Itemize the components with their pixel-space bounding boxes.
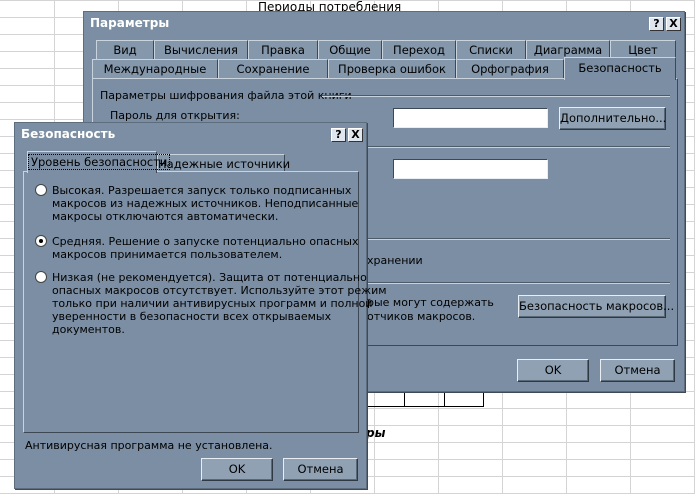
option-medium-line2: макросов принимается пользователем. bbox=[52, 248, 283, 261]
password-open-input[interactable] bbox=[393, 108, 548, 128]
macro-text-line2: отчиков макросов. bbox=[367, 310, 476, 323]
macro-security-label: Безопасность макросов... bbox=[519, 299, 675, 313]
tab-spelling[interactable]: Орфография bbox=[456, 59, 564, 78]
tab-transition[interactable]: Переход bbox=[382, 40, 456, 59]
option-medium-line1: Средняя. Решение о запуске потенциально … bbox=[52, 235, 359, 248]
tab-lists[interactable]: Списки bbox=[456, 40, 526, 59]
tab-security-level[interactable]: Уровень безопасности bbox=[27, 151, 171, 173]
saving-text-fragment: хранении bbox=[367, 254, 423, 267]
tab-calculation[interactable]: Вычисления bbox=[154, 40, 248, 59]
radio-low[interactable] bbox=[35, 271, 47, 283]
divider bbox=[322, 95, 670, 97]
help-button[interactable]: ? bbox=[649, 17, 664, 31]
sheet-bold-text: ры bbox=[366, 426, 386, 440]
antivirus-status: Антивирусная программа не установлена. bbox=[25, 439, 273, 452]
tab-general[interactable]: Общие bbox=[318, 40, 382, 59]
option-high-line1: Высокая. Разрешается запуск только подпи… bbox=[52, 184, 352, 197]
tab-view[interactable]: Вид bbox=[96, 40, 154, 59]
option-low-line4: уверенности в безопасности всех открывае… bbox=[52, 310, 332, 323]
option-high-line3: макросы отключаются автоматически. bbox=[52, 210, 279, 223]
tab-error-checking[interactable]: Проверка ошибок bbox=[328, 59, 456, 78]
security-dialog: Безопасность ? X Уровень безопасности На… bbox=[14, 122, 387, 489]
close-button[interactable]: X bbox=[666, 17, 681, 31]
security-title: Безопасность bbox=[21, 127, 116, 141]
password-open-label: Пароль для открытия: bbox=[110, 109, 240, 122]
advanced-button[interactable]: Дополнительно... bbox=[559, 107, 666, 130]
security-titlebar[interactable]: Безопасность ? X bbox=[17, 125, 364, 143]
close-button[interactable]: X bbox=[348, 128, 363, 142]
option-low-line2: опасных макросов отсутствует. Используйт… bbox=[52, 284, 387, 297]
tab-security-level-label: Уровень безопасности bbox=[28, 154, 171, 170]
option-high-line2: макросов из надежных источников. Неподпи… bbox=[52, 197, 359, 210]
option-low-line5: документов. bbox=[52, 323, 125, 336]
help-button[interactable]: ? bbox=[331, 128, 346, 142]
tab-international[interactable]: Международные bbox=[92, 59, 218, 78]
parameters-titlebar[interactable]: Параметры ? X bbox=[86, 14, 682, 32]
radio-medium[interactable] bbox=[35, 235, 47, 247]
password-modify-input[interactable] bbox=[393, 159, 548, 179]
radio-high[interactable] bbox=[35, 184, 47, 196]
parameters-title: Параметры bbox=[90, 16, 170, 30]
ok-button[interactable]: OK bbox=[201, 458, 273, 481]
tab-security[interactable]: Безопасность bbox=[564, 57, 676, 80]
ok-button[interactable]: OK bbox=[517, 359, 589, 382]
tab-save[interactable]: Сохранение bbox=[218, 59, 328, 78]
cancel-button[interactable]: Отмена bbox=[283, 458, 358, 481]
option-low-line1: Низкая (не рекомендуется). Защита от пот… bbox=[52, 271, 367, 284]
macro-security-button[interactable]: Безопасность макросов... bbox=[518, 295, 674, 318]
cancel-button[interactable]: Отмена bbox=[600, 359, 675, 382]
option-low-line3: только при наличии антивирусных программ… bbox=[52, 297, 373, 310]
macro-text-line1: рые могут содержать bbox=[367, 296, 494, 309]
encryption-section-title: Параметры шифрования файла этой книги bbox=[100, 89, 352, 102]
tab-edit[interactable]: Правка bbox=[248, 40, 318, 59]
